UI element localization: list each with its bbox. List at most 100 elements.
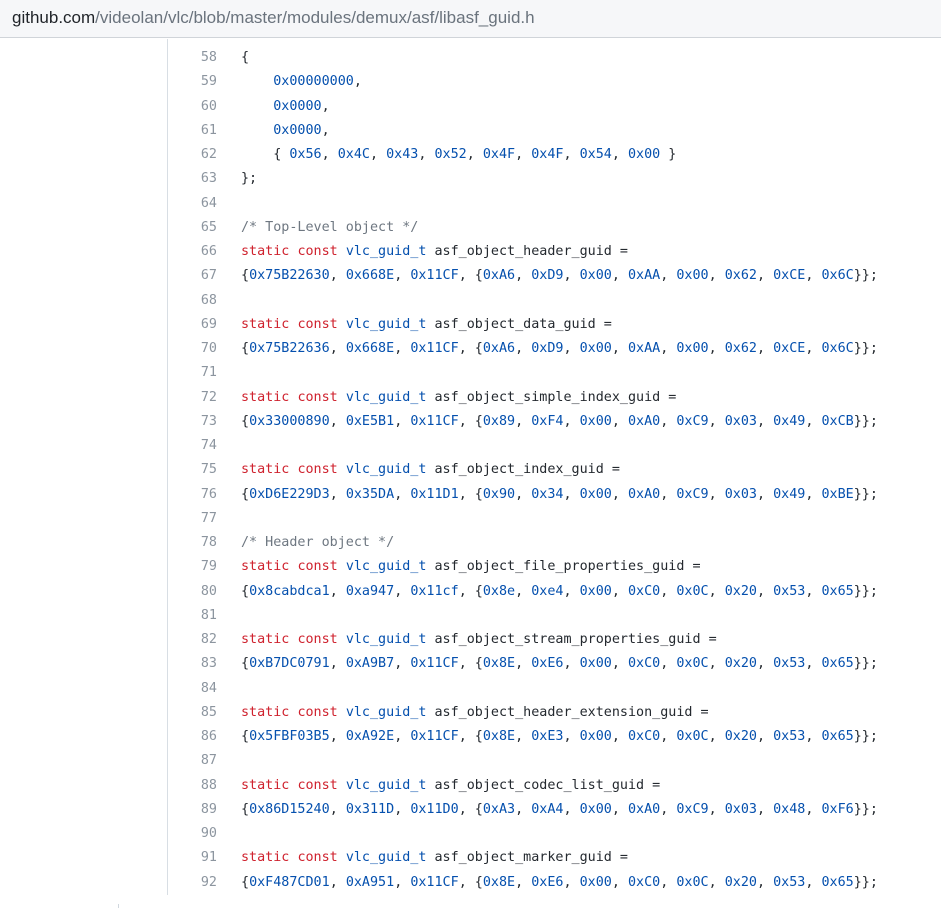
line-number[interactable]: 72 — [167, 386, 217, 410]
code-line: 92 {0xF487CD01, 0xA951, 0x11CF, {0x8E, 0x… — [167, 871, 941, 895]
line-source: 0x0000, — [217, 119, 329, 143]
text-token: { — [241, 874, 250, 890]
code-line: 76 {0xD6E229D3, 0x35DA, 0x11D1, {0x90, 0x… — [167, 483, 941, 507]
number-token: 0x00 — [676, 341, 709, 356]
line-number[interactable]: 89 — [167, 798, 217, 822]
number-token: 0x4F — [482, 147, 516, 162]
text-token: }}; — [853, 413, 878, 429]
text-token: , { — [458, 486, 483, 502]
text-token: , — [708, 486, 725, 502]
code-line: 70 {0x75B22636, 0x668E, 0x11CF, {0xA6, 0x… — [167, 337, 941, 361]
line-source — [217, 822, 241, 846]
number-token: 0x53 — [773, 874, 806, 890]
number-token: 0xD9 — [531, 268, 564, 284]
number-token: 0x0C — [676, 729, 709, 744]
line-number[interactable]: 63 — [167, 167, 217, 191]
keyword-token: const — [297, 244, 338, 259]
text-token: , — [329, 341, 346, 356]
line-source — [217, 434, 241, 458]
line-number[interactable]: 69 — [167, 313, 217, 337]
number-token: 0xC0 — [628, 656, 661, 672]
line-number[interactable]: 92 — [167, 871, 217, 895]
line-number[interactable]: 90 — [167, 822, 217, 846]
line-number[interactable]: 81 — [167, 604, 217, 628]
line-number[interactable]: 66 — [167, 240, 217, 264]
line-number[interactable]: 83 — [167, 652, 217, 676]
number-token: 0x6C — [821, 341, 854, 356]
line-number[interactable]: 76 — [167, 483, 217, 507]
line-number[interactable]: 84 — [167, 677, 217, 701]
line-number[interactable]: 65 — [167, 216, 217, 240]
text-token: , — [515, 147, 532, 162]
keyword-token: const — [297, 704, 338, 720]
text-token: , — [611, 147, 628, 162]
number-token: 0xA92E — [345, 729, 395, 744]
line-number[interactable]: 78 — [167, 531, 217, 555]
line-number[interactable]: 70 — [167, 337, 217, 361]
text-token: { — [241, 656, 250, 672]
code-line: 65 /* Top-Level object */ — [167, 216, 941, 240]
line-number[interactable]: 67 — [167, 264, 217, 288]
text-token: , — [563, 801, 580, 817]
number-token: 0xA3 — [482, 801, 516, 817]
code-line: 77 — [167, 507, 941, 531]
text-token: { — [241, 801, 250, 817]
line-number[interactable]: 86 — [167, 725, 217, 749]
code-view: 58{59 0x00000000, 60 0x0000, 61 0x0000, 62 … — [167, 46, 941, 895]
line-number[interactable]: 73 — [167, 410, 217, 434]
text-token: , — [660, 801, 677, 817]
code-line: 59 0x00000000, — [167, 70, 941, 94]
number-token: 0x4F — [531, 147, 564, 162]
url-text[interactable]: github.com/videolan/vlc/blob/master/modu… — [12, 8, 535, 28]
number-token: 0xCB — [821, 413, 854, 429]
line-number[interactable]: 59 — [167, 70, 217, 94]
line-source: {0x8cabdca1, 0xa947, 0x11cf, {0x8e, 0xe4… — [217, 580, 878, 604]
line-number[interactable]: 75 — [167, 458, 217, 482]
line-number[interactable]: 80 — [167, 580, 217, 604]
number-token: 0x00 — [676, 268, 709, 284]
line-number[interactable]: 71 — [167, 361, 217, 385]
type-token: vlc_guid_t — [345, 777, 427, 793]
line-number[interactable]: 64 — [167, 192, 217, 216]
code-line: 88 static const vlc_guid_t asf_object_cod… — [167, 774, 941, 798]
text-token: , — [563, 147, 580, 162]
code-line: 90 — [167, 822, 941, 846]
line-number[interactable]: 87 — [167, 749, 217, 773]
line-number[interactable]: 61 — [167, 119, 217, 143]
number-token: 0x53 — [773, 729, 806, 744]
line-source: {0x75B22630, 0x668E, 0x11CF, {0xA6, 0xD9… — [217, 264, 878, 288]
text-token: , — [563, 874, 580, 890]
text-token: , — [611, 486, 628, 502]
line-number[interactable]: 77 — [167, 507, 217, 531]
line-number[interactable]: 85 — [167, 701, 217, 725]
text-token: , — [805, 486, 822, 502]
code-line: 66 static const vlc_guid_t asf_object_hea… — [167, 240, 941, 264]
line-number[interactable]: 58 — [167, 46, 217, 70]
code-line: 71 — [167, 361, 941, 385]
line-number[interactable]: 62 — [167, 143, 217, 167]
text-token: , — [660, 583, 677, 599]
address-bar[interactable]: github.com/videolan/vlc/blob/master/modu… — [0, 0, 941, 38]
line-number[interactable]: 68 — [167, 289, 217, 313]
text-token: , — [515, 801, 532, 817]
text-token: asf_object_simple_index_guid = — [426, 389, 677, 405]
text-token: { — [241, 50, 250, 65]
line-number[interactable]: 88 — [167, 774, 217, 798]
line-number[interactable]: 74 — [167, 434, 217, 458]
text-token: , { — [458, 583, 483, 599]
code-line: 63}; — [167, 167, 941, 191]
number-token: 0x43 — [386, 147, 419, 162]
text-token: , — [563, 729, 580, 744]
line-number[interactable]: 79 — [167, 555, 217, 579]
line-number[interactable]: 91 — [167, 846, 217, 870]
text-token: asf_object_codec_list_guid = — [426, 777, 661, 793]
number-token: 0x86D15240 — [249, 801, 330, 817]
line-number[interactable]: 82 — [167, 628, 217, 652]
number-token: 0x20 — [724, 583, 757, 599]
code-line: 68 — [167, 289, 941, 313]
line-number[interactable]: 60 — [167, 95, 217, 119]
text-token: , — [394, 656, 411, 672]
text-token: , — [757, 268, 774, 284]
